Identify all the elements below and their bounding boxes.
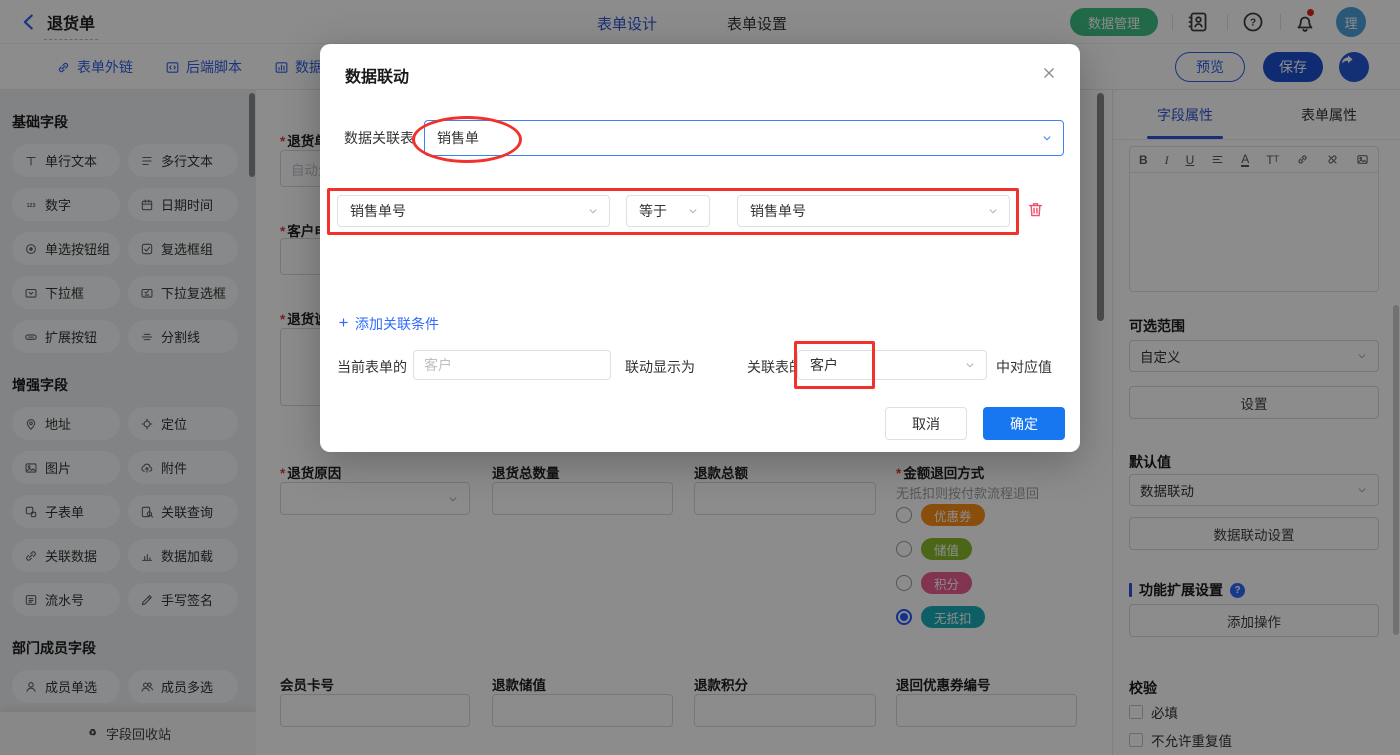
condition-right-value: 销售单号 bbox=[750, 203, 806, 219]
plus-icon bbox=[337, 316, 350, 332]
condition-right-select[interactable]: 销售单号 bbox=[737, 195, 1010, 227]
relation-table-value: 销售单 bbox=[437, 130, 479, 146]
condition-left-select[interactable]: 销售单号 bbox=[337, 195, 610, 227]
condition-operator-select[interactable]: 等于 bbox=[626, 195, 710, 227]
relation-table-select[interactable]: 销售单 bbox=[424, 120, 1064, 156]
add-condition-link[interactable]: 添加关联条件 bbox=[337, 314, 439, 334]
modal-title: 数据联动 bbox=[345, 69, 410, 86]
condition-left-value: 销售单号 bbox=[350, 203, 406, 219]
chevron-down-icon bbox=[586, 204, 600, 218]
condition-operator-value: 等于 bbox=[639, 203, 667, 219]
of-table-label: 关联表的 bbox=[747, 359, 803, 375]
cancel-button[interactable]: 取消 bbox=[885, 407, 967, 440]
related-field-select[interactable]: 客户 bbox=[797, 350, 987, 380]
close-icon[interactable] bbox=[1040, 64, 1058, 82]
related-field-value: 客户 bbox=[810, 357, 838, 373]
chevron-down-icon bbox=[963, 358, 977, 372]
delete-condition-icon[interactable] bbox=[1026, 200, 1045, 219]
add-condition-label: 添加关联条件 bbox=[355, 316, 439, 332]
chevron-down-icon bbox=[1040, 131, 1054, 145]
form-designer-app: 退货单 表单设计 表单设置 数据管理 ? 理 表单外链后端脚本数据权限 预览 保… bbox=[0, 0, 1400, 755]
display-suffix-label: 中对应值 bbox=[996, 359, 1052, 375]
confirm-button[interactable]: 确定 bbox=[983, 407, 1065, 440]
chevron-down-icon bbox=[686, 204, 700, 218]
display-middle-label: 联动显示为 bbox=[625, 359, 695, 375]
relation-table-label: 数据关联表 bbox=[344, 130, 414, 146]
display-prefix-label: 当前表单的 bbox=[337, 359, 407, 375]
display-field-input[interactable] bbox=[413, 350, 611, 380]
data-linkage-modal: 数据联动 数据关联表 销售单 关联表字段 当前表单字段 销售单号 等于 销售单号… bbox=[320, 44, 1080, 452]
chevron-down-icon bbox=[986, 204, 1000, 218]
